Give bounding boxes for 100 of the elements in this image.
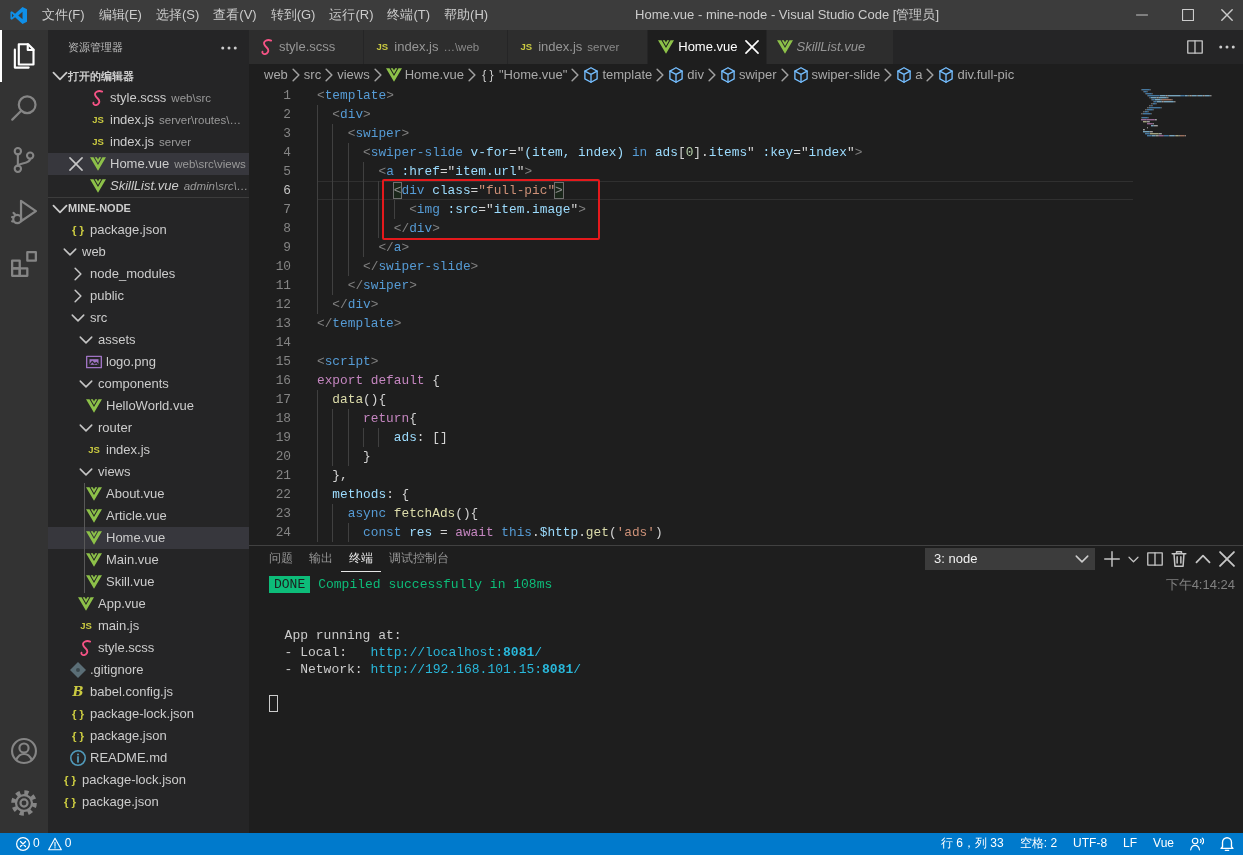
breadcrumb-item[interactable]: { } "Home.vue" — [479, 66, 568, 84]
line-number: 16 — [274, 372, 291, 390]
terminal-link[interactable]: http://192.168.101.15:8081/ — [370, 662, 582, 677]
breadcrumb-item[interactable]: swiper — [719, 66, 777, 84]
file-item[interactable]: README.md — [48, 747, 249, 769]
open-editor-item[interactable]: SkillList.vue admin\src\… — [48, 175, 249, 197]
terminal-text: - Network: — [284, 661, 364, 678]
file-item[interactable]: App.vue — [48, 593, 249, 615]
js-file-icon: JS — [80, 618, 92, 634]
file-item[interactable]: .gitignore — [48, 659, 249, 681]
status-item[interactable]: Vue — [1153, 836, 1174, 852]
bell-icon[interactable] — [1220, 837, 1234, 851]
breadcrumb-item[interactable]: div — [668, 66, 704, 84]
open-editor-item[interactable]: Home.vue web\src\views — [48, 153, 249, 175]
sidebar-title: 资源管理器 — [68, 40, 123, 55]
file-item[interactable]: Home.vue — [48, 527, 249, 549]
file-item[interactable]: { } package.json — [48, 725, 249, 747]
close-icon[interactable] — [69, 157, 83, 171]
open-editor-item[interactable]: JS index.js server — [48, 131, 249, 153]
file-item[interactable]: B babel.config.js — [48, 681, 249, 703]
plus-icon[interactable] — [1104, 551, 1120, 567]
breadcrumb-item[interactable]: a — [896, 66, 923, 84]
file-item[interactable]: About.vue — [48, 483, 249, 505]
menu-item[interactable]: 查看(V) — [206, 0, 264, 30]
folder-item[interactable]: public — [48, 285, 249, 307]
file-item[interactable]: JS index.js — [48, 439, 249, 461]
panel-tab[interactable]: 终端 — [341, 546, 381, 572]
panel-tab[interactable]: 输出 — [301, 546, 341, 572]
file-item[interactable]: { } package.json — [48, 219, 249, 241]
breadcrumb-item[interactable]: div.full-pic — [938, 66, 1015, 84]
section-header[interactable]: MINE-NODE — [48, 197, 249, 219]
editor-tab[interactable]: Home.vue — [648, 30, 767, 64]
status-item[interactable]: 行 6，列 33 — [941, 836, 1004, 852]
editor-tab[interactable]: style.scss — [249, 30, 365, 64]
status-item[interactable]: 空格: 2 — [1019, 836, 1058, 852]
close-icon[interactable] — [1219, 551, 1235, 567]
file-item[interactable]: JS main.js — [48, 615, 249, 637]
menu-item[interactable]: 编辑(E) — [91, 0, 149, 30]
folder-item[interactable]: node_modules — [48, 263, 249, 285]
error-count[interactable]: 0 — [33, 836, 40, 852]
code-line: </div> — [317, 219, 440, 238]
terminal-text: - Local: — [284, 644, 348, 661]
folder-item[interactable]: assets — [48, 329, 249, 351]
file-item[interactable]: style.scss — [48, 637, 249, 659]
file-item[interactable]: logo.png — [48, 351, 249, 373]
folder-item[interactable]: views — [48, 461, 249, 483]
menu-item[interactable]: 终端(T) — [380, 0, 438, 30]
menu-item[interactable]: 选择(S) — [148, 0, 207, 30]
status-item[interactable]: UTF-8 — [1073, 836, 1108, 852]
braces-icon: { } — [63, 794, 77, 810]
file-item[interactable]: { } package-lock.json — [48, 703, 249, 725]
v-shape-icon — [86, 574, 102, 590]
file-item[interactable]: Main.vue — [48, 549, 249, 571]
editor-tab[interactable]: JS index.js …\web — [364, 30, 509, 64]
terminal-link[interactable]: http://localhost:8081/ — [370, 645, 543, 660]
split-pane-icon[interactable] — [1187, 39, 1203, 55]
panel-tab[interactable]: 调试控制台 — [381, 546, 457, 572]
close-icon[interactable] — [1221, 9, 1233, 21]
person-waves-icon[interactable] — [1190, 837, 1204, 851]
menu-item[interactable]: 转到(G) — [263, 0, 323, 30]
open-editor-item[interactable]: JS index.js server\routes\… — [48, 109, 249, 131]
breadcrumb-item[interactable]: swiper-slide — [792, 66, 881, 84]
terminal-dropdown[interactable]: 3: node — [925, 548, 1095, 570]
breadcrumb-item[interactable]: template — [583, 66, 653, 84]
editor-tab[interactable]: SkillList.vue — [766, 30, 895, 64]
maximize-icon[interactable] — [1182, 9, 1194, 21]
file-item[interactable]: { } package-lock.json — [48, 769, 249, 791]
code-line: </a> — [317, 238, 410, 257]
status-item[interactable]: LF — [1123, 836, 1138, 852]
file-path: admin\src\… — [183, 178, 249, 194]
breadcrumb-item[interactable]: web — [264, 66, 288, 84]
minimap — [1141, 89, 1212, 137]
panel-tab[interactable]: 问题 — [261, 546, 301, 572]
breadcrumb-item[interactable]: Home.vue — [385, 66, 464, 84]
folder-item[interactable]: components — [48, 373, 249, 395]
file-item[interactable]: HelloWorld.vue — [48, 395, 249, 417]
folder-item[interactable]: router — [48, 417, 249, 439]
menu-item[interactable]: 文件(F) — [35, 0, 92, 30]
code-line: <img :src="item.image"> — [317, 200, 586, 219]
editor-tab[interactable]: JS index.js server — [508, 30, 649, 64]
cube-icon — [938, 67, 955, 83]
breadcrumb-item[interactable]: src — [303, 66, 322, 84]
line-number: 14 — [274, 334, 291, 352]
file-item[interactable]: Skill.vue — [48, 571, 249, 593]
file-item[interactable]: Article.vue — [48, 505, 249, 527]
menu-item[interactable]: 运行(R) — [322, 0, 381, 30]
trash-icon[interactable] — [1171, 551, 1187, 567]
error-icon[interactable] — [16, 837, 30, 851]
open-editor-item[interactable]: style.scss web\src — [48, 87, 249, 109]
folder-item[interactable]: web — [48, 241, 249, 263]
folder-item[interactable]: src — [48, 307, 249, 329]
warning-count[interactable]: 0 — [64, 836, 72, 852]
menu-item[interactable]: 帮助(H) — [437, 0, 496, 30]
warning-icon[interactable] — [47, 837, 62, 851]
timestamp: 下午4:14:24 — [1165, 576, 1235, 593]
braces-icon: { } — [71, 222, 85, 238]
split-pane-icon[interactable] — [1147, 551, 1163, 567]
section-header[interactable]: 打开的编辑器 — [48, 65, 249, 87]
file-item[interactable]: { } package.json — [48, 791, 249, 813]
breadcrumb-item[interactable]: views — [337, 66, 370, 84]
